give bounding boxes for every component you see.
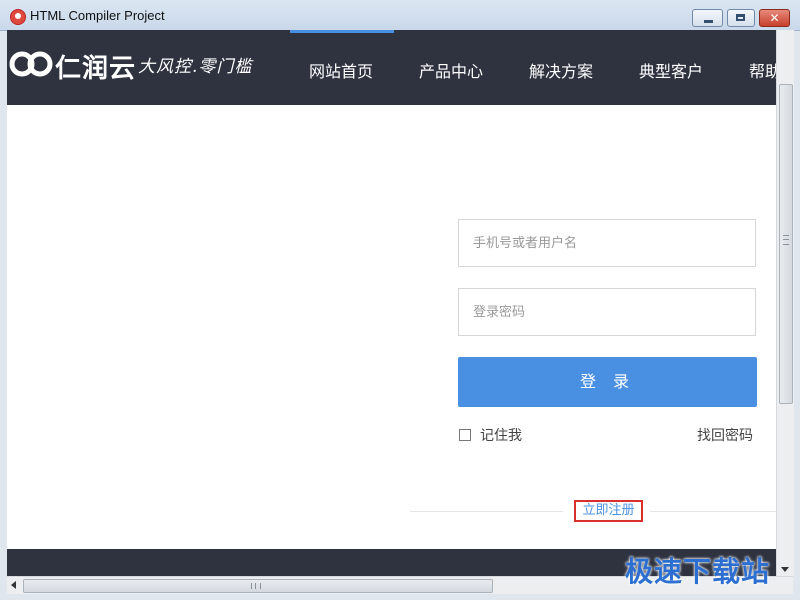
nav-item-customers[interactable]: 典型客户 <box>639 58 703 82</box>
logo-text[interactable]: 仁润云 <box>55 48 136 85</box>
username-input[interactable] <box>459 220 755 266</box>
grip-icon <box>783 235 789 245</box>
login-button[interactable]: 登 录 <box>458 357 757 407</box>
forgot-password-link[interactable]: 找回密码 <box>697 425 753 445</box>
nav-active-indicator <box>290 30 394 33</box>
cloud-logo-icon <box>9 51 53 77</box>
grip-icon <box>251 583 261 589</box>
window-title: HTML Compiler Project <box>30 8 165 23</box>
password-field[interactable] <box>458 288 756 336</box>
site-header: 仁润云 大风控.零门槛 网站首页 产品中心 解决方案 典型客户 帮助 <box>7 30 776 105</box>
divider-left <box>410 511 563 512</box>
vertical-scrollbar[interactable] <box>776 30 794 576</box>
maximize-button[interactable] <box>727 9 755 27</box>
register-link[interactable]: 立即注册 <box>574 500 643 522</box>
minimize-button[interactable] <box>692 9 723 27</box>
username-field[interactable] <box>458 219 756 267</box>
vertical-scroll-thumb[interactable] <box>779 84 793 404</box>
password-input[interactable] <box>459 289 755 335</box>
scroll-down-arrow-icon[interactable] <box>781 567 789 572</box>
nav-item-products[interactable]: 产品中心 <box>419 58 483 82</box>
nav-item-solutions[interactable]: 解决方案 <box>529 58 593 82</box>
horizontal-scroll-thumb[interactable] <box>23 579 493 593</box>
close-button[interactable]: ✕ <box>759 9 790 27</box>
divider-right <box>650 511 776 512</box>
scroll-left-arrow-icon[interactable] <box>11 581 16 589</box>
close-icon: ✕ <box>769 11 780 25</box>
remember-label[interactable]: 记住我 <box>480 425 522 445</box>
watermark: 极速下载站 <box>625 555 771 588</box>
app-icon <box>10 9 26 25</box>
remember-checkbox[interactable] <box>459 429 471 441</box>
slogan: 大风控.零门槛 <box>138 57 253 77</box>
nav-item-home[interactable]: 网站首页 <box>309 58 373 82</box>
window-titlebar: HTML Compiler Project ✕ <box>0 0 800 31</box>
nav-item-help[interactable]: 帮助 <box>749 58 776 82</box>
page-content: 仁润云 大风控.零门槛 网站首页 产品中心 解决方案 典型客户 帮助 登 录 记… <box>7 30 776 576</box>
